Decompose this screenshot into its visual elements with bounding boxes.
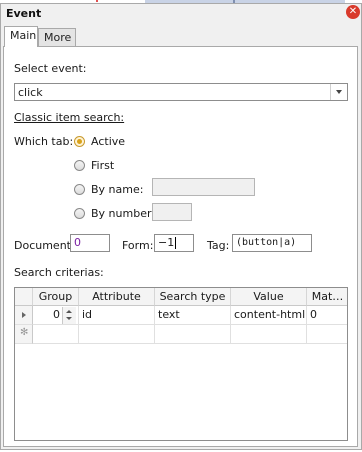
form-label: Form: bbox=[122, 239, 154, 252]
new-row-cell[interactable] bbox=[33, 325, 79, 344]
cell-search-type[interactable]: text bbox=[155, 306, 231, 325]
current-row-arrow-icon bbox=[22, 312, 26, 318]
cell-group-value: 0 bbox=[53, 308, 60, 321]
radio-active-label[interactable]: Active bbox=[91, 135, 125, 148]
search-criterias-label: Search criterias: bbox=[14, 266, 104, 279]
dialog-title: Event bbox=[6, 7, 42, 20]
cell-value[interactable]: content-html bbox=[231, 306, 307, 325]
new-row-cell[interactable] bbox=[307, 325, 347, 344]
form-input[interactable]: −1 bbox=[154, 234, 194, 252]
tag-label: Tag: bbox=[207, 239, 230, 252]
radio-first[interactable] bbox=[74, 160, 85, 171]
column-header-group[interactable]: Group bbox=[33, 288, 79, 306]
select-event-label: Select event: bbox=[14, 62, 87, 75]
form-input-value: −1 bbox=[158, 236, 175, 249]
classic-search-heading: Classic item search: bbox=[14, 111, 125, 124]
spinner-down-icon bbox=[66, 317, 72, 320]
close-button[interactable]: ✕ bbox=[346, 5, 360, 19]
background-mark bbox=[96, 0, 98, 2]
by-name-input[interactable] bbox=[152, 178, 255, 196]
title-bar[interactable]: Event ✕ bbox=[1, 4, 361, 24]
radio-first-label[interactable]: First bbox=[91, 159, 114, 172]
radio-by-number[interactable] bbox=[74, 208, 85, 219]
column-header-match[interactable]: Mat… bbox=[307, 288, 347, 306]
document-label: Document: bbox=[14, 239, 75, 252]
new-row-cell[interactable] bbox=[231, 325, 307, 344]
by-number-input[interactable] bbox=[152, 203, 192, 221]
search-criteria-grid[interactable]: Group Attribute Search type Value Mat… 0… bbox=[14, 287, 348, 441]
which-tab-label: Which tab: bbox=[14, 135, 74, 148]
column-header-value[interactable]: Value bbox=[231, 288, 307, 306]
new-row-asterisk-icon: ✻ bbox=[20, 327, 29, 338]
radio-by-name[interactable] bbox=[74, 184, 85, 195]
row-header[interactable] bbox=[15, 306, 33, 325]
cell-match[interactable]: 0 bbox=[307, 306, 347, 325]
column-header-attribute[interactable]: Attribute bbox=[79, 288, 155, 306]
event-select-dropdown-button[interactable] bbox=[330, 84, 347, 100]
event-select-value: click bbox=[18, 86, 43, 99]
grid-corner-header bbox=[15, 288, 33, 306]
column-header-search-type[interactable]: Search type bbox=[155, 288, 231, 306]
radio-active[interactable] bbox=[74, 136, 85, 147]
radio-by-number-label[interactable]: By number: bbox=[91, 207, 155, 220]
new-row-header[interactable]: ✻ bbox=[15, 325, 33, 344]
close-icon: ✕ bbox=[348, 6, 358, 17]
tag-input[interactable]: (button|a) bbox=[232, 234, 312, 252]
text-caret bbox=[175, 237, 177, 249]
event-dialog: Event ✕ Main More Select event: click Cl… bbox=[0, 3, 362, 450]
tab-more[interactable]: More bbox=[38, 28, 76, 46]
chevron-down-icon bbox=[336, 90, 342, 94]
event-select[interactable]: click bbox=[14, 83, 348, 101]
radio-by-name-label[interactable]: By name: bbox=[91, 183, 143, 196]
spinner-up-icon bbox=[66, 310, 72, 313]
new-row-cell[interactable] bbox=[79, 325, 155, 344]
main-panel: Select event: click Classic item search:… bbox=[3, 46, 358, 447]
group-spinner[interactable] bbox=[62, 307, 76, 324]
document-input[interactable]: 0 bbox=[70, 234, 110, 252]
cell-attribute[interactable]: id bbox=[79, 306, 155, 325]
tab-main[interactable]: Main bbox=[4, 26, 38, 47]
new-row-cell[interactable] bbox=[155, 325, 231, 344]
